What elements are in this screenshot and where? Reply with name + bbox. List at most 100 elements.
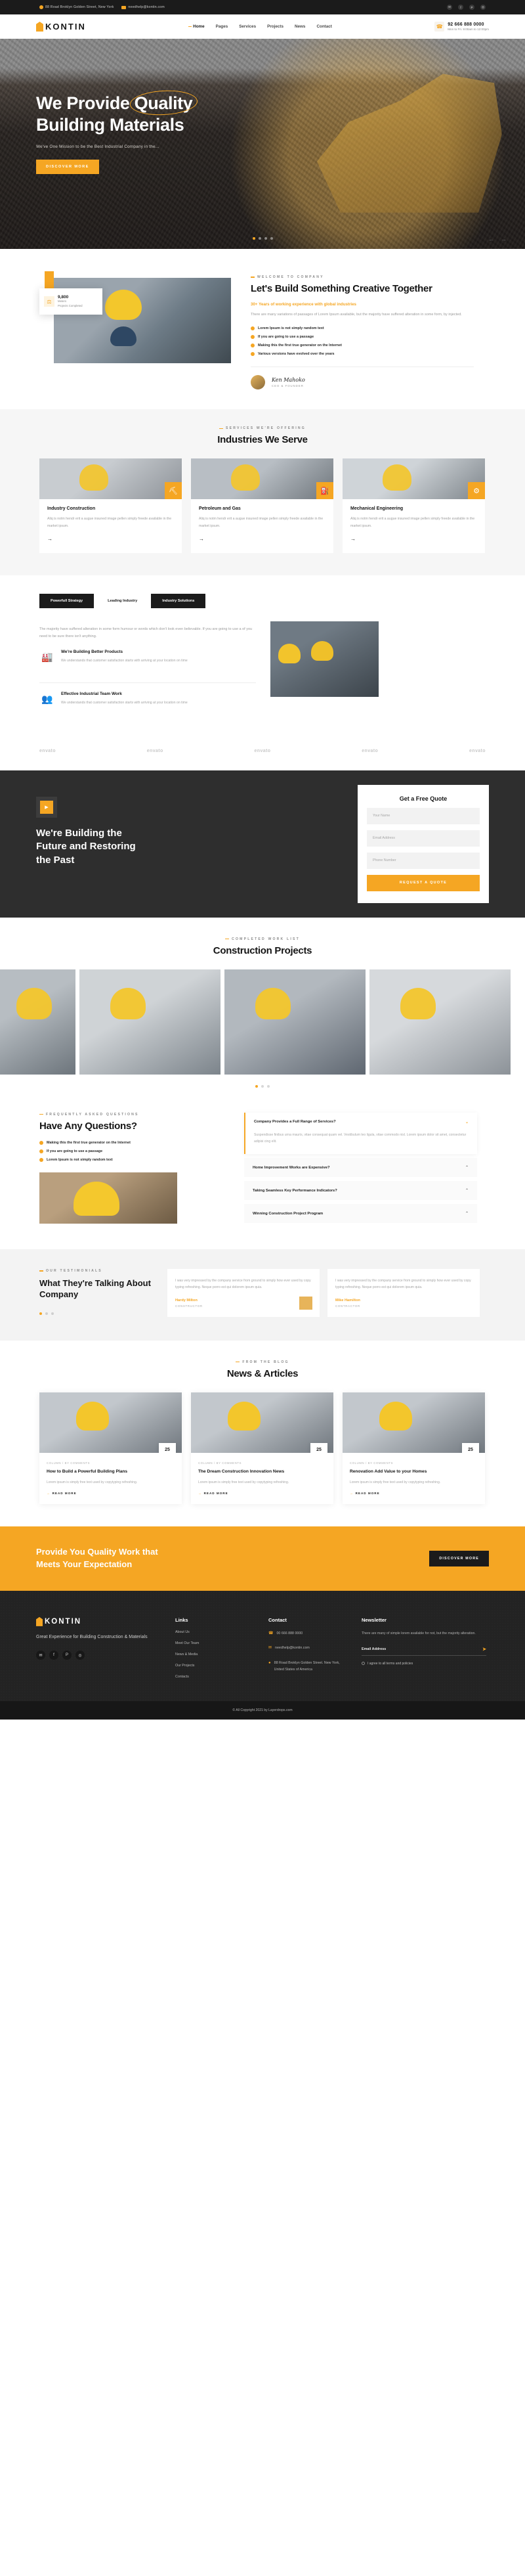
service-card-2[interactable]: ⛽ Petroleum and Gas Aliq is notm hendr e… [191, 458, 333, 553]
service-card-1[interactable]: ⛏ Industry Construction Aliq is notm hen… [39, 458, 182, 553]
phone-field[interactable]: Phone Number [367, 852, 480, 869]
logo-building-icon [36, 22, 43, 32]
faq-item-3[interactable]: Taking Seamless Key Performance Indicato… [244, 1181, 477, 1200]
projects-dot-3[interactable] [267, 1084, 270, 1088]
projects-dot-1[interactable] [255, 1084, 258, 1088]
project-slide-3[interactable] [224, 969, 366, 1075]
send-icon[interactable]: ➤ [482, 1647, 486, 1652]
bottom-cta-button[interactable]: DISCOVER MORE [429, 1551, 489, 1567]
about-tick-3: Making this the first true generator on … [251, 344, 474, 348]
brand-logo-5: envato [469, 748, 486, 753]
footer-link-projects[interactable]: Our Projects [175, 1664, 254, 1668]
projects-title: Construction Projects [213, 944, 312, 956]
projects-section: COMPLETED WORK LIST Construction Project… [0, 918, 525, 1093]
news-section: FROM THE BLOG News & Articles 25 DEC COL… [0, 1341, 525, 1526]
play-icon[interactable]: ▶ [40, 800, 53, 814]
tab-industry-solutions[interactable]: Industry Solutions [151, 593, 206, 608]
check-dot-icon [251, 344, 255, 348]
cta-heading-line1: We're Building the [36, 827, 122, 839]
testimonials-dot-1[interactable] [39, 1312, 42, 1315]
service-arrow-icon[interactable]: → [47, 536, 52, 542]
news-title: News & Articles [226, 1367, 299, 1379]
nav-label-home: Home [193, 24, 205, 29]
news-card-3[interactable]: 25 DEC COLUMN / BY COMMENTS Renovation A… [343, 1392, 485, 1505]
footer-email[interactable]: ✉ needhelp@kontin.com [268, 1645, 347, 1652]
testimonials-dot-3[interactable] [51, 1312, 54, 1315]
news-card-1[interactable]: 25 DEC COLUMN / BY COMMENTS How to Build… [39, 1392, 182, 1505]
nav-item-pages[interactable]: Pages [216, 24, 228, 29]
news-card-2[interactable]: 25 DEC COLUMN / BY COMMENTS The Dream Co… [191, 1392, 333, 1505]
hero-prev-arrow-icon[interactable]: ← [488, 236, 494, 242]
hero-title-line2: Building Materials [36, 115, 184, 135]
projects-dot-2[interactable] [261, 1084, 264, 1088]
instagram-icon[interactable]: ◎ [75, 1651, 85, 1660]
radio-icon[interactable] [362, 1662, 365, 1666]
main-nav: Home Pages Services Projects News Contac… [188, 24, 332, 29]
nav-item-projects[interactable]: Projects [267, 24, 284, 29]
hero-dot-2[interactable] [258, 237, 261, 240]
footer-link-team[interactable]: Meet Our Team [175, 1641, 254, 1645]
pinterest-icon[interactable]: P [62, 1651, 72, 1660]
footer-link-contacts[interactable]: Contacts [175, 1675, 254, 1679]
news-header: FROM THE BLOG News & Articles [0, 1360, 525, 1381]
name-field[interactable]: Your Name [367, 807, 480, 824]
news-day: 25 [468, 1447, 473, 1452]
faq-image [39, 1172, 177, 1224]
news-title-text: The Dream Construction Innovation News [198, 1469, 285, 1474]
pinterest-icon[interactable]: P [469, 5, 474, 10]
site-footer: KONTIN Great Experience for Building Con… [0, 1590, 525, 1701]
nav-item-contact[interactable]: Contact [316, 24, 331, 29]
footer-link-about[interactable]: About Us [175, 1630, 254, 1634]
project-slide-4[interactable] [369, 969, 511, 1075]
testimonial-text: I was very impressed by the company serv… [175, 1279, 311, 1290]
footer-logo[interactable]: KONTIN [36, 1616, 161, 1626]
footer-link-news[interactable]: News & Media [175, 1653, 254, 1656]
tab-powerfull-strategy[interactable]: Powerfull Strategy [39, 593, 94, 608]
topbar-email[interactable]: needhelp@kontin.com [121, 5, 165, 9]
hero-dot-3[interactable] [264, 237, 267, 240]
facebook-icon[interactable]: f [49, 1651, 58, 1660]
news-read-more[interactable]: → READ MORE [47, 1492, 175, 1495]
newsletter-email-input[interactable]: Email Address ➤ [362, 1647, 486, 1656]
footer-newsletter-column: Newsletter There are many of simple lore… [362, 1617, 486, 1679]
service-arrow-icon[interactable]: → [350, 536, 356, 542]
nav-item-services[interactable]: Services [239, 24, 256, 29]
news-read-more[interactable]: → READ MORE [198, 1492, 326, 1495]
hero-dot-4[interactable] [270, 237, 273, 240]
faq-item-2[interactable]: Home Improvement Works are Expensive? ⌃ [244, 1158, 477, 1177]
request-quote-button[interactable]: REQUEST A QUOTE [367, 874, 480, 891]
envelope-icon: ✉ [268, 1646, 272, 1651]
faq-answer: Suspendisse finibus urna mauris, vitae c… [254, 1132, 467, 1144]
hero-dot-1[interactable] [252, 237, 255, 240]
tab-leading-industry[interactable]: Leading Industry [96, 593, 149, 608]
faq-tick-list: Making this the first true generator on … [39, 1140, 230, 1162]
twitter-icon[interactable]: ✉ [36, 1651, 45, 1660]
video-play-wrapper[interactable]: ▶ [36, 796, 57, 818]
about-lead: 30+ Years of working experience with glo… [251, 301, 356, 307]
newsletter-agree[interactable]: I agree to all terms and policies [362, 1662, 486, 1666]
about-eyebrow-text: WELCOME TO COMPANY [257, 275, 324, 279]
tab-list: Powerfull Strategy Leading Industry Indu… [39, 593, 486, 608]
project-slide-1[interactable] [0, 969, 75, 1075]
testimonials-dot-2[interactable] [45, 1312, 48, 1315]
nav-item-home[interactable]: Home [188, 24, 205, 29]
facebook-icon[interactable]: f [458, 5, 463, 10]
email-field[interactable]: Email Address [367, 830, 480, 847]
hero-discover-button[interactable]: DISCOVER MORE [36, 159, 99, 174]
nav-item-news[interactable]: News [295, 24, 305, 29]
faq-item-4[interactable]: Winning Construction Project Program ⌃ [244, 1204, 477, 1223]
twitter-icon[interactable]: ✉ [447, 5, 452, 10]
faq-item-1[interactable]: Company Provides a Full Range of Service… [244, 1112, 477, 1154]
service-arrow-icon[interactable]: → [199, 536, 204, 542]
instagram-icon[interactable]: ◎ [480, 5, 486, 10]
header-phone[interactable]: ☎ 92 666 888 0000 Mon to Fri. 9:00am to … [434, 22, 489, 32]
project-slide-2[interactable] [79, 969, 220, 1075]
service-title: Industry Construction [47, 506, 96, 512]
service-image: ⛏ [39, 458, 182, 500]
footer-phone[interactable]: ☎ 00 666 888 0000 [268, 1630, 347, 1637]
news-read-more[interactable]: → READ MORE [350, 1492, 478, 1495]
hero-next-arrow-icon[interactable]: → [501, 236, 507, 242]
site-logo[interactable]: KONTIN [36, 22, 86, 32]
service-card-3[interactable]: ⚙ Mechanical Engineering Aliq is notm he… [343, 458, 485, 553]
news-title-text: How to Build a Powerful Building Plans [47, 1469, 128, 1474]
